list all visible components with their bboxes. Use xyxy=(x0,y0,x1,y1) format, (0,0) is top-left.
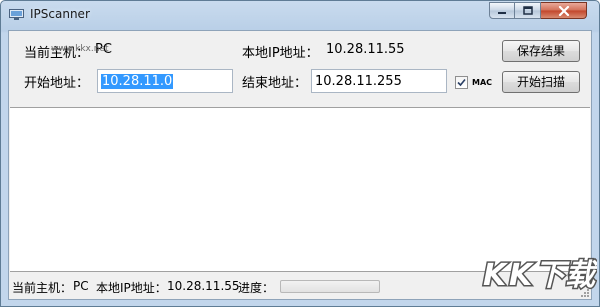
svg-text:K: K xyxy=(483,258,509,293)
start-scan-button[interactable]: 开始扫描 xyxy=(502,71,580,93)
mac-label: MAC xyxy=(472,78,493,87)
local-ip-value: 10.28.11.55 xyxy=(326,42,405,57)
end-address-label: 结束地址： xyxy=(242,76,308,91)
maximize-icon xyxy=(522,6,533,15)
end-address-value: 10.28.11.255 xyxy=(315,74,402,89)
minimize-button[interactable] xyxy=(489,2,515,19)
window-title: IPScanner xyxy=(30,7,90,21)
status-host-value: PC xyxy=(73,279,89,293)
maximize-button[interactable] xyxy=(515,2,541,19)
start-address-input[interactable]: 10.28.11.0 xyxy=(97,69,233,93)
mac-checkbox[interactable] xyxy=(455,76,468,89)
start-address-label: 开始地址： xyxy=(24,76,90,91)
local-ip-label: 本地IP地址： xyxy=(242,46,319,61)
status-host-label: 当前主机： xyxy=(12,281,73,295)
save-results-button[interactable]: 保存结果 xyxy=(502,40,580,62)
watermark-logo: K K 下 载 xyxy=(482,257,598,295)
app-icon xyxy=(9,9,24,20)
close-button[interactable] xyxy=(541,2,587,19)
title-bar[interactable]: IPScanner xyxy=(1,1,599,29)
close-icon xyxy=(558,5,569,16)
progress-bar xyxy=(280,280,380,293)
minimize-icon xyxy=(498,11,506,14)
status-ip-label: 本地IP地址： xyxy=(96,281,167,295)
end-address-input[interactable]: 10.28.11.255 xyxy=(311,69,447,93)
checkmark-icon xyxy=(457,78,466,87)
start-address-value: 10.28.11.0 xyxy=(101,74,174,89)
ipscanner-window: IPScanner 当前主机： PC 本地IP地址： 10.28.11.55 保… xyxy=(0,0,600,307)
svg-text:载: 载 xyxy=(565,258,597,293)
status-progress-label: 进度： xyxy=(238,281,275,295)
results-list[interactable] xyxy=(10,107,590,272)
watermark-site: www.kkx.net xyxy=(51,44,109,54)
caption-buttons xyxy=(489,2,587,20)
svg-text:K: K xyxy=(509,258,535,293)
status-ip-value: 10.28.11.55 xyxy=(167,279,240,293)
